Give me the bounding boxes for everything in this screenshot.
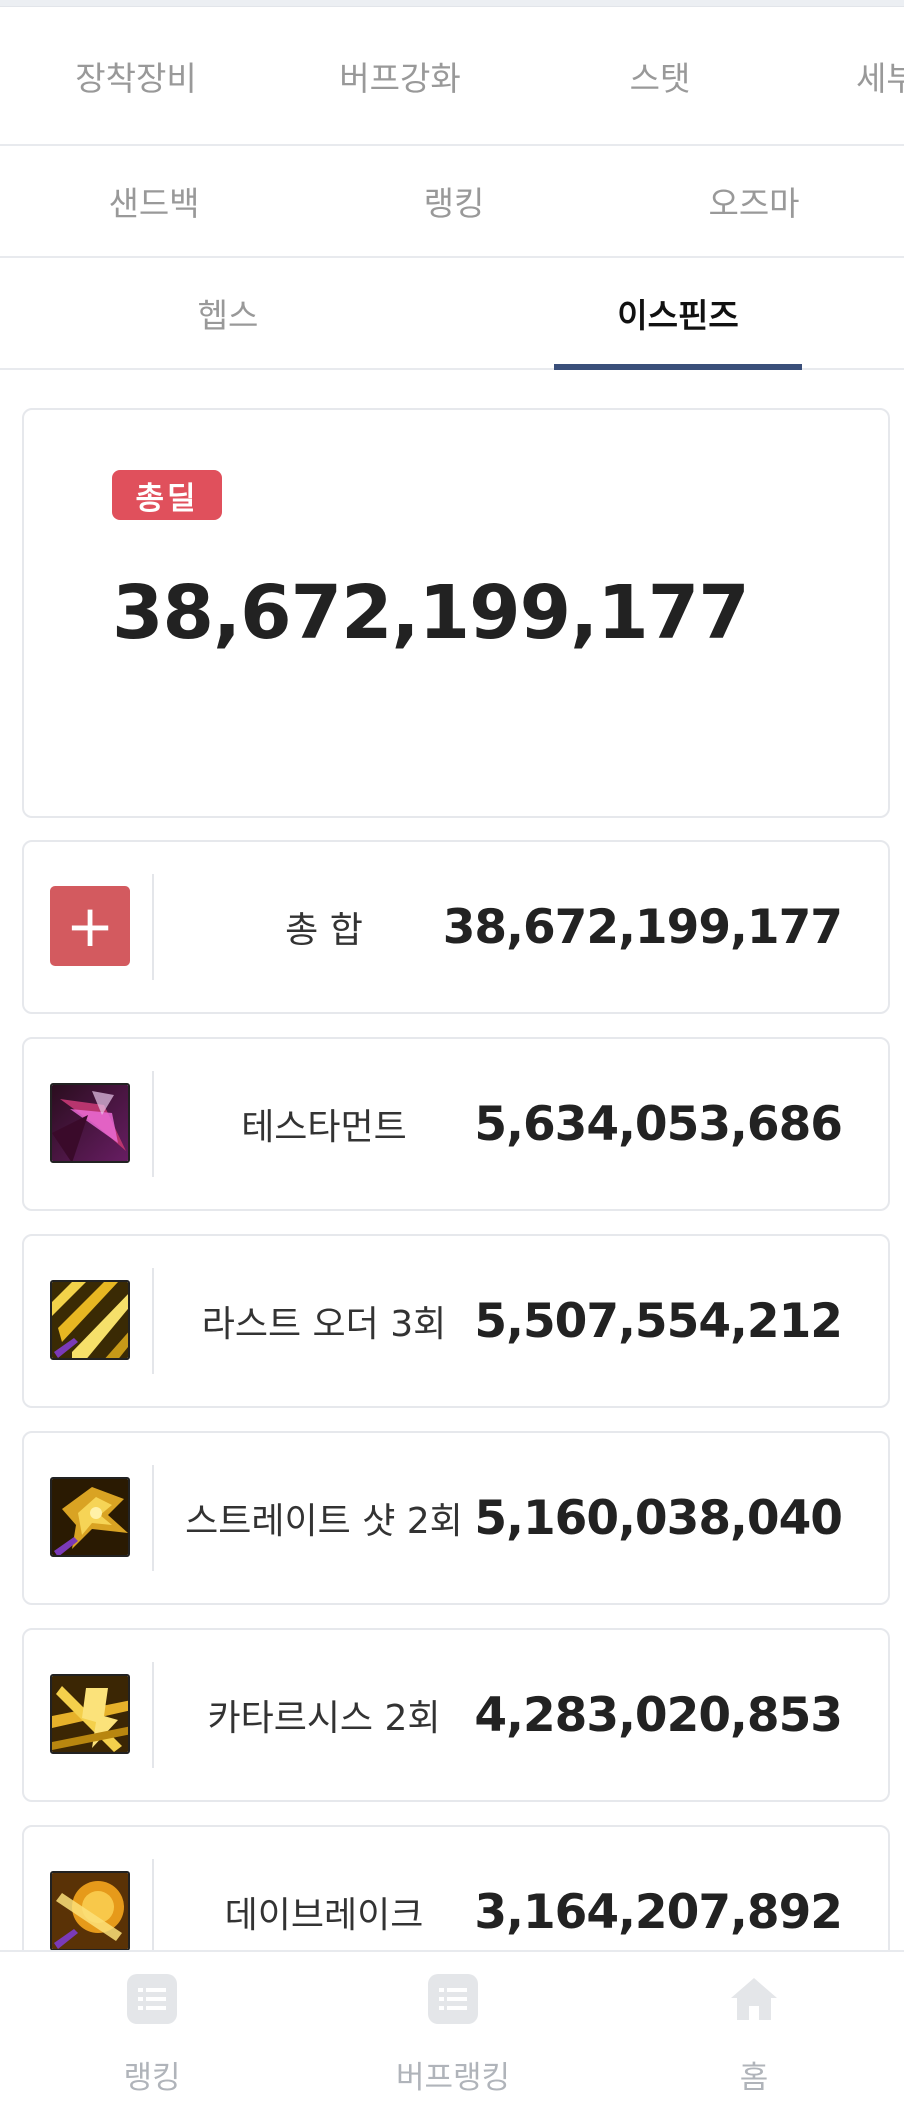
skill-damage: 38,672,199,177 [442,899,843,955]
tab-row-3: 헵스 이스핀즈 [0,258,904,370]
plus-icon[interactable]: + [50,886,130,966]
active-tab-indicator [554,364,802,370]
nav-buff-ranking[interactable]: 버프랭킹 [333,1952,573,2103]
tab-row-1: 장착장비 버프강화 스탯 세부 [0,7,904,146]
last-order-skill-icon [50,1280,130,1360]
skill-row-total[interactable]: + 총 합 38,672,199,177 [22,840,890,1014]
tab-stats[interactable]: 스탯 [570,7,750,144]
testament-skill-icon [50,1083,130,1163]
skill-name: 카타르시스 2회 [207,1698,441,1739]
top-edge [0,0,904,7]
skill-damage: 5,634,053,686 [474,1096,843,1152]
skill-row[interactable]: 테스타먼트 5,634,053,686 [22,1037,890,1211]
skill-name: 라스트 오더 3회 [201,1304,447,1345]
tab-buff-enhance[interactable]: 버프강화 [310,7,490,144]
tab-heps[interactable]: 헵스 [128,258,328,368]
tab-row-2: 샌드백 랭킹 오즈마 [0,146,904,258]
row-divider [152,874,154,980]
skill-row[interactable]: 카타르시스 2회 4,283,020,853 [22,1628,890,1802]
tab-details[interactable]: 세부 [856,7,904,144]
catharsis-skill-icon [50,1674,130,1754]
row-divider [152,1465,154,1571]
skill-name: 스트레이트 샷 2회 [185,1501,463,1542]
skill-damage: 5,507,554,212 [474,1293,843,1349]
skill-damage: 4,283,020,853 [474,1687,843,1743]
home-icon [731,1978,777,2020]
nav-ranking[interactable]: 랭킹 [32,1952,272,2103]
tab-equipment[interactable]: 장착장비 [46,7,226,144]
nav-ranking-label: 랭킹 [123,2060,181,2096]
skill-name: 테스타먼트 [241,1107,407,1148]
total-damage-badge: 총딜 [112,470,222,520]
list-icon [127,1974,177,2024]
row-divider [152,1071,154,1177]
nav-home-label: 홈 [739,2060,769,2096]
skill-damage: 5,160,038,040 [474,1490,843,1546]
skill-name: 총 합 [285,910,363,951]
row-divider [152,1662,154,1768]
straight-shot-skill-icon [50,1477,130,1557]
skill-row[interactable]: 라스트 오더 3회 5,507,554,212 [22,1234,890,1408]
total-damage-value: 38,672,199,177 [112,570,750,656]
tab-ozma[interactable]: 오즈마 [664,146,844,256]
tab-sandbag[interactable]: 샌드백 [64,146,244,256]
skill-row[interactable]: 스트레이트 샷 2회 5,160,038,040 [22,1431,890,1605]
tab-ispins[interactable]: 이스핀즈 [554,258,802,368]
tab-ranking[interactable]: 랭킹 [364,146,544,256]
nav-buff-ranking-label: 버프랭킹 [395,2060,511,2096]
list-icon [428,1974,478,2024]
daybreak-skill-icon [50,1871,130,1951]
nav-home[interactable]: 홈 [634,1952,874,2103]
row-divider [152,1268,154,1374]
total-damage-card: 총딜 38,672,199,177 [22,408,890,818]
bottom-navigation: 랭킹 버프랭킹 홈 [0,1950,904,2103]
